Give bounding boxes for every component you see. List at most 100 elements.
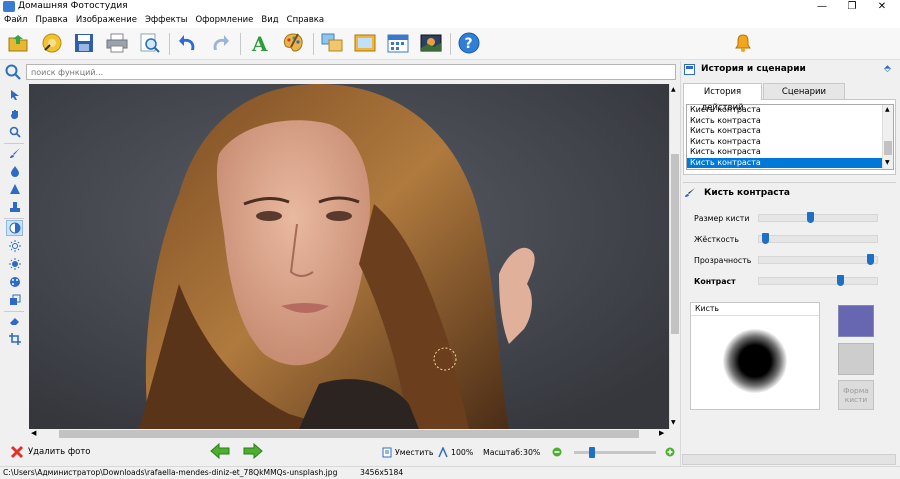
history-scroll-thumb[interactable] [884, 141, 892, 155]
history-panel-icon [684, 64, 695, 78]
search-icon[interactable] [5, 64, 21, 80]
open-folder-icon [8, 35, 28, 52]
maximize-button[interactable]: ❐ [838, 0, 866, 14]
horizontal-scroll-thumb[interactable] [59, 430, 639, 438]
history-item[interactable]: Кисть контраста [687, 137, 893, 148]
eraser-tool[interactable] [6, 313, 23, 329]
fit-button[interactable]: Уместить [382, 447, 433, 458]
collage-button[interactable] [320, 31, 344, 55]
hand-tool[interactable] [6, 106, 23, 122]
open-file-button[interactable] [7, 31, 31, 55]
help-button[interactable]: ? [457, 31, 481, 55]
brush-color-swatch[interactable] [838, 305, 874, 337]
scroll-left-icon[interactable]: ◀ [31, 429, 36, 437]
color-tool[interactable] [6, 274, 23, 290]
frame-icon [354, 34, 376, 52]
contrast-thumb[interactable] [837, 275, 844, 286]
image-dimensions: 3456x5184 [360, 468, 404, 477]
zoom-slider[interactable] [574, 447, 656, 458]
zoom-tool[interactable] [6, 124, 23, 140]
scroll-right-icon[interactable]: ▶ [659, 429, 664, 437]
menu-help[interactable]: Справка [283, 14, 328, 25]
collapse-panel-icon[interactable]: ⬘ [884, 64, 891, 74]
redo-icon [213, 35, 229, 50]
minimize-button[interactable]: — [808, 0, 836, 14]
triangle-icon [9, 184, 20, 194]
scroll-down-icon[interactable]: ▼ [671, 419, 676, 426]
delete-photo-button[interactable]: Удалить фото [10, 445, 91, 459]
menu-view[interactable]: Вид [257, 14, 282, 25]
blur-tool[interactable] [6, 163, 23, 179]
contrast-slider[interactable] [758, 275, 878, 286]
palette-small-icon [9, 277, 20, 287]
file-path: C:\Users\Администратор\Downloads\rafaell… [3, 468, 338, 477]
app-icon [3, 1, 15, 12]
enhance-button[interactable] [40, 31, 64, 55]
history-scroll-up-icon[interactable]: ▲ [885, 106, 890, 113]
horizontal-scrollbar[interactable]: ◀ ▶ [29, 429, 680, 439]
zoom-100-label: 100% [451, 448, 474, 457]
scroll-up-icon[interactable]: ▲ [671, 86, 676, 93]
close-button[interactable]: ✕ [868, 0, 896, 14]
brush-size-label: Размер кисти [694, 214, 750, 223]
clone-tool[interactable] [6, 199, 23, 215]
preview-button[interactable] [138, 31, 162, 55]
opacity-thumb[interactable] [867, 254, 874, 265]
brush-size-slider[interactable] [758, 212, 878, 223]
brush-size-thumb[interactable] [807, 212, 814, 223]
hardness-slider[interactable] [758, 233, 878, 244]
zoom-in-button[interactable] [665, 447, 675, 460]
calendar-button[interactable] [386, 31, 410, 55]
search-input[interactable] [26, 64, 676, 80]
hardness-thumb[interactable] [762, 233, 769, 244]
contrast-tool[interactable] [6, 220, 23, 236]
replace-tool[interactable] [6, 292, 23, 308]
history-item[interactable]: Кисть контраста [687, 147, 893, 158]
save-button[interactable] [72, 31, 96, 55]
menu-edit[interactable]: Правка [31, 14, 71, 25]
menu-file[interactable]: Файл [0, 14, 31, 25]
print-button[interactable] [105, 31, 129, 55]
decorate-button[interactable] [281, 31, 305, 55]
menu-effects[interactable]: Эффекты [141, 14, 192, 25]
menu-design[interactable]: Оформление [191, 14, 257, 25]
lighten-tool[interactable] [6, 238, 23, 254]
brush-tool[interactable] [6, 145, 23, 161]
redo-button[interactable] [208, 31, 232, 55]
history-scrollbar[interactable]: ▲ ▼ [882, 105, 893, 169]
eraser-icon [9, 318, 19, 325]
add-text-button[interactable]: A [248, 31, 272, 55]
zoom-slider-thumb[interactable] [589, 447, 595, 458]
zoom-out-button[interactable] [552, 447, 562, 460]
frames-button[interactable] [353, 31, 377, 55]
history-item[interactable]: Кисть контраста [687, 126, 893, 137]
minus-circle-icon [552, 447, 562, 457]
crop-tool[interactable] [6, 331, 23, 347]
brush-shape-button[interactable]: Форма кисти [838, 380, 874, 410]
zoom-100-button[interactable]: 100% [438, 447, 473, 458]
brightness-tool[interactable] [6, 256, 23, 272]
vertical-scrollbar[interactable]: ▲ ▼ [669, 84, 680, 429]
notifications-button[interactable] [731, 31, 755, 55]
postcard-button[interactable] [419, 31, 443, 55]
opacity-slider[interactable] [758, 254, 878, 265]
pointer-tool[interactable] [6, 87, 23, 103]
svg-text:A: A [251, 32, 268, 54]
history-scroll-down-icon[interactable]: ▼ [885, 159, 890, 166]
delete-photo-label: Удалить фото [28, 447, 91, 457]
tab-history[interactable]: История действий [683, 83, 762, 113]
help-icon: ? [458, 32, 480, 54]
history-item[interactable]: Кисть контраста [687, 116, 893, 127]
vertical-scroll-thumb[interactable] [671, 154, 679, 334]
next-photo-button[interactable] [243, 442, 263, 462]
photo-canvas[interactable] [29, 84, 669, 429]
secondary-color-swatch[interactable] [838, 343, 874, 375]
history-item-selected[interactable]: Кисть контраста [687, 157, 893, 168]
menu-image[interactable]: Изображение [72, 14, 141, 25]
undo-button[interactable] [176, 31, 200, 55]
preview-icon [140, 33, 160, 53]
crop-icon [8, 333, 21, 345]
previous-photo-button[interactable] [210, 442, 230, 462]
sharpen-tool[interactable] [6, 181, 23, 197]
tab-scenarios[interactable]: Сценарии [763, 83, 845, 100]
